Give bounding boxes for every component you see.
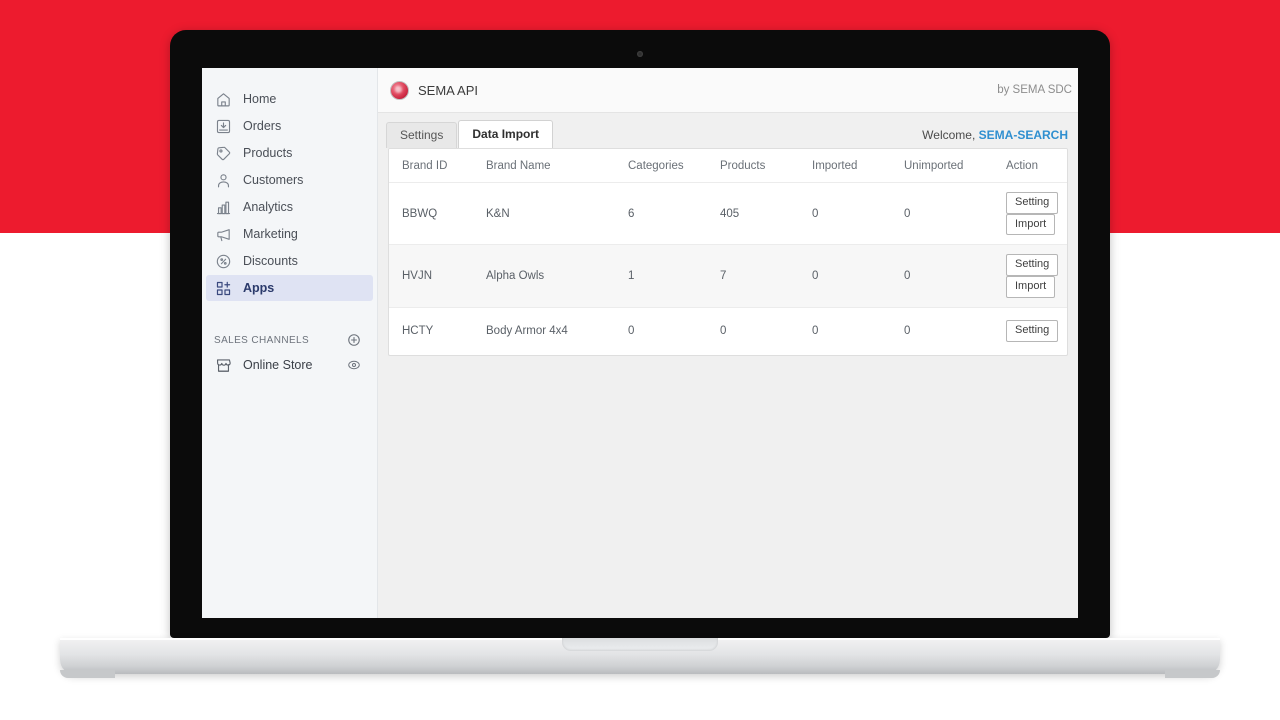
tab-settings[interactable]: Settings: [386, 122, 458, 148]
channel-label: Online Store: [243, 358, 313, 372]
cell-brand-name: Body Armor 4x4: [486, 325, 568, 338]
table-row[interactable]: HVJN Alpha Owls 1 7 0 0 SettingImport: [389, 244, 1067, 308]
sidebar-item-marketing[interactable]: Marketing: [206, 221, 373, 247]
column-header-action: Action: [1006, 149, 1067, 183]
laptop-base-notch: [562, 638, 718, 651]
cell-imported: 0: [812, 244, 904, 308]
cell-categories: 1: [628, 244, 720, 308]
sidebar: Home Orders Products Customers Analytics…: [202, 68, 378, 618]
sidebar-item-label: Products: [243, 146, 293, 160]
cell-brand-name: Alpha Owls: [486, 244, 628, 308]
sales-channels-title: SALES CHANNELS: [214, 334, 310, 346]
cell-brand-id: HVJN: [389, 244, 486, 308]
brands-table: Brand ID Brand Name Categories Products …: [389, 149, 1067, 355]
cell-action: SettingImport: [1006, 182, 1067, 246]
app-publisher-byline: by SEMA SDC: [997, 84, 1072, 96]
online-store-icon: [214, 356, 233, 375]
eye-icon[interactable]: [347, 358, 361, 372]
sidebar-item-label: Orders: [243, 119, 282, 133]
sidebar-item-analytics[interactable]: Analytics: [206, 194, 373, 220]
sidebar-item-online-store[interactable]: Online Store: [202, 351, 377, 379]
discounts-percent-icon: [214, 252, 233, 271]
welcome-message: Welcome, SEMA-SEARCH: [922, 128, 1078, 148]
sema-app-logo-icon: [390, 80, 409, 100]
column-header-categories: Categories: [628, 149, 720, 183]
sidebar-item-discounts[interactable]: Discounts: [206, 248, 373, 274]
sidebar-item-apps[interactable]: Apps: [206, 275, 373, 301]
setting-button[interactable]: Setting: [1006, 192, 1059, 214]
sidebar-item-customers[interactable]: Customers: [206, 167, 373, 193]
cell-products: 7: [720, 244, 812, 308]
screenshot-stage: Home Orders Products Customers Analytics…: [0, 0, 1280, 720]
customers-icon: [214, 171, 233, 190]
cell-unimported: 0: [904, 244, 1006, 308]
brands-table-card: Brand ID Brand Name Categories Products …: [388, 148, 1068, 356]
main-content: SEMA API by SEMA SDC Settings Data Impor…: [378, 68, 1078, 618]
setting-button[interactable]: Setting: [1006, 254, 1059, 276]
table-row[interactable]: HCTY Body Armor 4x4 0 0 0 0 Setting: [389, 307, 1067, 355]
table-body: BBWQ K&N 6 405 0 0 SettingImport HVJN Al…: [389, 182, 1067, 355]
sales-channels-header: SALES CHANNELS: [202, 329, 377, 351]
column-header-brand-id: Brand ID: [389, 149, 486, 183]
cell-imported: 0: [812, 182, 904, 246]
plus-circle-icon[interactable]: [347, 333, 361, 347]
products-tag-icon: [214, 144, 233, 163]
import-button[interactable]: Import: [1006, 275, 1056, 298]
laptop-screen: Home Orders Products Customers Analytics…: [202, 68, 1078, 618]
table-head: Brand ID Brand Name Categories Products …: [389, 149, 1067, 183]
sidebar-item-label: Apps: [243, 281, 275, 295]
marketing-megaphone-icon: [214, 225, 233, 244]
orders-icon: [214, 117, 233, 136]
table-header-row: Brand ID Brand Name Categories Products …: [389, 149, 1067, 183]
setting-button[interactable]: Setting: [1006, 320, 1059, 342]
webcam-icon: [637, 51, 643, 57]
tab-bar: Settings Data Import Welcome, SEMA-SEARC…: [378, 113, 1078, 148]
welcome-greeting: Welcome,: [922, 128, 976, 142]
welcome-username[interactable]: SEMA-SEARCH: [979, 128, 1068, 142]
column-header-unimported: Unimported: [904, 149, 1006, 183]
home-icon: [214, 90, 233, 109]
laptop-foot-left: [60, 670, 115, 678]
sidebar-item-label: Customers: [243, 173, 304, 187]
app-title: SEMA API: [418, 82, 478, 98]
cell-brand-id: BBWQ: [389, 182, 486, 246]
sidebar-item-orders[interactable]: Orders: [206, 113, 373, 139]
cell-categories: 6: [628, 182, 720, 246]
table-card-wrapper: Brand ID Brand Name Categories Products …: [378, 148, 1078, 356]
app-header: SEMA API by SEMA SDC: [378, 68, 1078, 113]
cell-unimported: 0: [904, 182, 1006, 246]
sidebar-item-label: Analytics: [243, 200, 294, 214]
cell-products: 0: [720, 325, 727, 338]
sidebar-item-home[interactable]: Home: [206, 86, 373, 112]
cell-brand-name: K&N: [486, 182, 628, 246]
cell-action: SettingImport: [1006, 244, 1067, 308]
laptop-foot-right: [1165, 670, 1220, 678]
analytics-bar-chart-icon: [214, 198, 233, 217]
cell-categories: 0: [628, 325, 635, 338]
cell-brand-id: HCTY: [402, 325, 434, 338]
cell-products: 405: [720, 182, 812, 246]
import-button[interactable]: Import: [1006, 213, 1056, 236]
cell-unimported: 0: [904, 325, 911, 338]
apps-grid-plus-icon: [214, 279, 233, 298]
sidebar-item-products[interactable]: Products: [206, 140, 373, 166]
sidebar-item-label: Marketing: [243, 227, 298, 241]
column-header-brand-name: Brand Name: [486, 149, 628, 183]
sidebar-item-label: Home: [243, 92, 277, 106]
table-row[interactable]: BBWQ K&N 6 405 0 0 SettingImport: [389, 182, 1067, 246]
cell-imported: 0: [812, 325, 819, 338]
sidebar-item-label: Discounts: [243, 254, 298, 268]
column-header-imported: Imported: [812, 149, 904, 183]
tab-data-import[interactable]: Data Import: [458, 120, 554, 148]
cell-action: Setting: [1006, 307, 1067, 355]
column-header-products: Products: [720, 149, 812, 183]
